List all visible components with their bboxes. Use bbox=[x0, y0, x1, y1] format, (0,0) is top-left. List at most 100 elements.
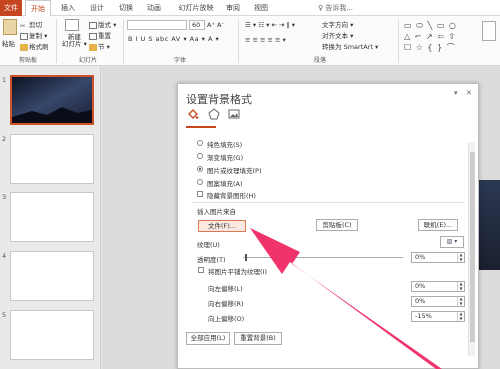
tab-home[interactable]: 开始 bbox=[25, 0, 51, 17]
slide-thumbnail[interactable] bbox=[10, 75, 94, 125]
slide-thumbnail[interactable] bbox=[10, 251, 94, 301]
fill-bucket-icon[interactable] bbox=[187, 108, 199, 120]
powerpoint-window: 文件 开始 插入 设计 切换 动画 幻灯片放映 审阅 视图 ♀ 告诉我... 粘… bbox=[0, 0, 500, 369]
copy-icon bbox=[20, 32, 28, 40]
spinner-arrows-icon[interactable]: ▲ ▼ bbox=[457, 281, 464, 291]
gradient-fill-radio[interactable] bbox=[197, 153, 203, 159]
transparency-slider-handle[interactable] bbox=[245, 254, 247, 261]
slide-thumbnail-pane: 1 2 3 4 5 bbox=[0, 67, 101, 369]
clipboard-button[interactable]: 剪贴板(C) bbox=[316, 219, 358, 231]
font-style-controls[interactable]: B I U S abc AV ▾ Aa ▾ A ▾ bbox=[128, 35, 219, 43]
brush-icon bbox=[20, 43, 28, 51]
cut-button[interactable]: ✂ 剪切 bbox=[20, 19, 42, 30]
new-slide-button[interactable]: 新建 幻灯片 ▾ bbox=[62, 34, 87, 48]
pattern-fill-radio[interactable] bbox=[197, 179, 203, 185]
insert-picture-from-label: 插入图片来自 bbox=[197, 208, 236, 216]
new-slide-icon[interactable] bbox=[65, 19, 79, 31]
tab-file[interactable]: 文件 bbox=[0, 0, 22, 16]
pane-scrollbar[interactable] bbox=[468, 142, 475, 356]
arrange-icon[interactable] bbox=[482, 21, 496, 41]
transparency-value: 0% bbox=[415, 253, 426, 261]
hide-background-graphics-checkbox[interactable] bbox=[197, 191, 203, 197]
file-button[interactable]: 文件(F)... bbox=[198, 220, 246, 232]
shapes-gallery-icon[interactable]: ▭ ⬭ ╲ ▭ ○ △ ⌐ ↗ ⇦ ⇧ ☐ ☆ { } ⌒ bbox=[404, 20, 474, 54]
paste-icon[interactable] bbox=[3, 19, 17, 35]
align-text-button[interactable]: 对齐文本 ▾ bbox=[322, 30, 353, 40]
tab-design[interactable]: 设计 bbox=[86, 0, 108, 16]
offset-left-spinner[interactable]: 0% ▲ ▼ bbox=[411, 281, 465, 292]
reset-icon bbox=[89, 32, 97, 40]
offset-right-spinner[interactable]: 0% ▲ ▼ bbox=[411, 296, 465, 307]
group-separator bbox=[56, 19, 57, 63]
list-buttons-icon[interactable]: ☰ ▾ ☷ ▾ ⇤ ⇥ ‖ ▾ bbox=[245, 21, 295, 29]
group-slides-label: 幻灯片 bbox=[78, 57, 97, 64]
offset-right-value: 0% bbox=[415, 297, 426, 305]
ribbon: 粘贴 ✂ 剪切 复制 ▾ 格式刷 剪贴板 新建 幻灯片 ▾ 版式 ▾ 重置 节 ▾… bbox=[0, 16, 500, 66]
tile-picture-checkbox[interactable] bbox=[198, 267, 204, 273]
close-icon[interactable]: ✕ bbox=[466, 89, 472, 97]
offset-top-value: -15% bbox=[415, 312, 432, 320]
texture-picker-icon[interactable]: ▨ ▾ bbox=[440, 236, 464, 248]
spinner-arrows-icon[interactable]: ▲ ▼ bbox=[457, 311, 464, 321]
night-sky-image bbox=[12, 77, 92, 123]
scissors-icon: ✂ bbox=[20, 21, 26, 30]
apply-to-all-button[interactable]: 全部应用(L) bbox=[186, 332, 230, 345]
tab-transitions[interactable]: 切换 bbox=[115, 0, 137, 16]
smartart-button[interactable]: 转换为 SmartArt ▾ bbox=[322, 41, 378, 51]
slide-thumbnail[interactable] bbox=[10, 134, 94, 184]
section-icon bbox=[89, 43, 97, 51]
group-separator bbox=[123, 19, 124, 63]
pane-options-chevron-icon[interactable]: ▾ bbox=[454, 89, 458, 97]
layout-label: 版式 ▾ bbox=[98, 21, 117, 29]
text-direction-button[interactable]: 文字方向 ▾ bbox=[322, 19, 353, 29]
transparency-slider-track[interactable] bbox=[243, 257, 403, 258]
effects-pentagon-icon[interactable] bbox=[208, 108, 220, 120]
tile-picture-label: 将图片平铺为纹理(I) bbox=[208, 268, 267, 276]
online-button[interactable]: 联机(E)... bbox=[418, 219, 458, 231]
format-background-pane: 设置背景格式 ▾ ✕ 纯色填充(S) 渐变填充(G) 图片或纹理填充(P) 图案… bbox=[177, 83, 479, 369]
group-font-label: 字体 bbox=[173, 57, 186, 64]
group-clipboard-label: 剪贴板 bbox=[18, 57, 37, 64]
paste-button[interactable]: 粘贴 bbox=[2, 38, 15, 48]
slide-thumbnail[interactable] bbox=[10, 192, 94, 242]
font-grow-shrink-icon[interactable]: A⁺ A⁻ bbox=[207, 21, 225, 29]
solid-fill-radio[interactable] bbox=[197, 140, 203, 146]
tell-me-search[interactable]: ♀ 告诉我... bbox=[318, 0, 353, 16]
tab-animations[interactable]: 动画 bbox=[143, 0, 165, 16]
section-button[interactable]: 节 ▾ bbox=[89, 41, 110, 51]
picture-fill-radio[interactable] bbox=[197, 166, 203, 172]
spinner-arrows-icon[interactable]: ▲ ▼ bbox=[457, 252, 464, 262]
scrollbar-thumb[interactable] bbox=[470, 152, 475, 342]
layout-icon bbox=[89, 21, 97, 29]
pane-title: 设置背景格式 bbox=[186, 93, 252, 106]
offset-top-spinner[interactable]: -15% ▲ ▼ bbox=[411, 311, 465, 322]
reset-background-button[interactable]: 重置背景(B) bbox=[234, 332, 282, 345]
layout-button[interactable]: 版式 ▾ bbox=[89, 19, 116, 29]
group-paragraph-label: 段落 bbox=[313, 57, 326, 64]
section-label: 节 ▾ bbox=[98, 43, 110, 51]
solid-fill-label: 纯色填充(S) bbox=[207, 141, 243, 149]
pattern-fill-label: 图案填充(A) bbox=[207, 180, 243, 188]
tab-review[interactable]: 审阅 bbox=[222, 0, 244, 16]
align-buttons-icon[interactable]: ≡ ≡ ≡ ≡ ≡ ▾ bbox=[245, 36, 286, 44]
offset-left-value: 0% bbox=[415, 282, 426, 290]
group-separator bbox=[398, 19, 399, 63]
slide-number: 2 bbox=[2, 135, 7, 143]
font-size-box[interactable]: 60 bbox=[189, 20, 205, 30]
transparency-spinner[interactable]: 0% ▲ ▼ bbox=[411, 252, 465, 263]
slide-thumbnail[interactable] bbox=[10, 310, 94, 360]
format-painter-button[interactable]: 格式刷 bbox=[20, 41, 49, 51]
offset-left-label: 向左偏移(L) bbox=[208, 285, 243, 293]
offset-top-label: 向上偏移(O) bbox=[208, 315, 245, 323]
tab-view[interactable]: 视图 bbox=[250, 0, 272, 16]
slide-number: 1 bbox=[2, 76, 7, 84]
slide-number: 3 bbox=[2, 193, 7, 201]
font-name-box[interactable] bbox=[127, 20, 187, 30]
active-tab-underline bbox=[186, 126, 216, 128]
tab-insert[interactable]: 插入 bbox=[57, 0, 79, 16]
copy-button[interactable]: 复制 ▾ bbox=[20, 30, 47, 40]
picture-icon[interactable] bbox=[228, 108, 240, 120]
reset-button[interactable]: 重置 bbox=[89, 30, 111, 40]
spinner-arrows-icon[interactable]: ▲ ▼ bbox=[457, 296, 464, 306]
tab-slideshow[interactable]: 幻灯片放映 bbox=[174, 0, 218, 16]
